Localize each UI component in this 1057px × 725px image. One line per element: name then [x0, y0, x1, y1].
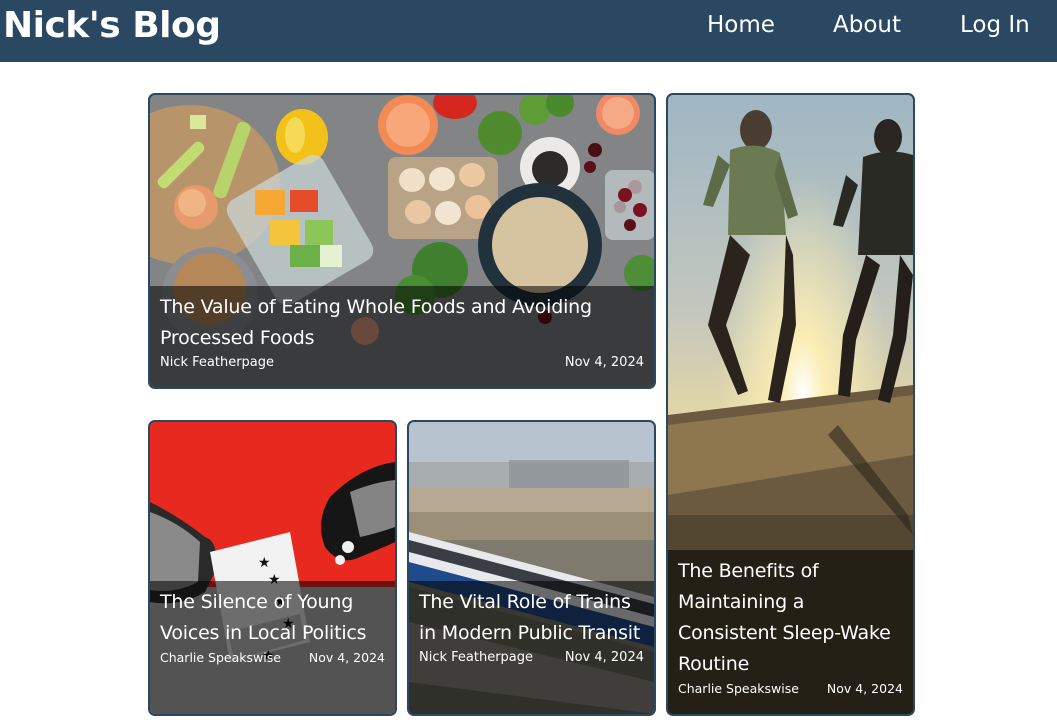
nav-about-link[interactable]: About: [833, 12, 901, 38]
post-date: Nov 4, 2024: [564, 355, 644, 370]
card-overlay: The Vital Role of Trains in Modern Publi…: [409, 581, 654, 714]
post-author: Nick Featherpage: [160, 355, 275, 370]
post-title[interactable]: The Benefits of Maintaining a Consistent…: [678, 556, 903, 680]
post-card-sleep-routine[interactable]: The Benefits of Maintaining a Consistent…: [666, 93, 915, 716]
post-author: Charlie Speakswise: [678, 681, 799, 696]
post-date: Nov 4, 2024: [564, 650, 644, 665]
svg-text:★: ★: [258, 555, 271, 571]
nav-login-link[interactable]: Log In: [960, 12, 1030, 38]
card-overlay: The Silence of Young Voices in Local Pol…: [150, 581, 395, 714]
nav-home-link[interactable]: Home: [707, 12, 775, 38]
site-header: Nick's Blog Home About Log In: [0, 0, 1057, 62]
post-meta: Nick Featherpage Nov 4, 2024: [160, 355, 644, 371]
post-date: Nov 4, 2024: [826, 681, 903, 696]
card-overlay: The Benefits of Maintaining a Consistent…: [668, 550, 913, 714]
post-title[interactable]: The Silence of Young Voices in Local Pol…: [160, 587, 385, 649]
post-title[interactable]: The Vital Role of Trains in Modern Publi…: [419, 587, 644, 649]
post-card-whole-foods[interactable]: The Value of Eating Whole Foods and Avoi…: [148, 93, 656, 389]
post-card-young-voices[interactable]: ★ ★ ★ ★ ★ The Silence of Young Voices in…: [148, 420, 397, 716]
post-meta: Charlie Speakswise Nov 4, 2024: [678, 681, 903, 697]
site-brand[interactable]: Nick's Blog: [3, 5, 221, 46]
post-author: Nick Featherpage: [419, 650, 534, 665]
post-meta: Charlie Speakswise Nov 4, 2024: [160, 650, 385, 666]
post-date: Nov 4, 2024: [308, 650, 385, 665]
card-overlay: The Value of Eating Whole Foods and Avoi…: [150, 286, 654, 387]
post-meta: Nick Featherpage Nov 4, 2024: [419, 650, 644, 666]
post-author: Charlie Speakswise: [160, 650, 281, 665]
post-card-trains[interactable]: The Vital Role of Trains in Modern Publi…: [407, 420, 656, 716]
post-title[interactable]: The Value of Eating Whole Foods and Avoi…: [160, 292, 644, 354]
